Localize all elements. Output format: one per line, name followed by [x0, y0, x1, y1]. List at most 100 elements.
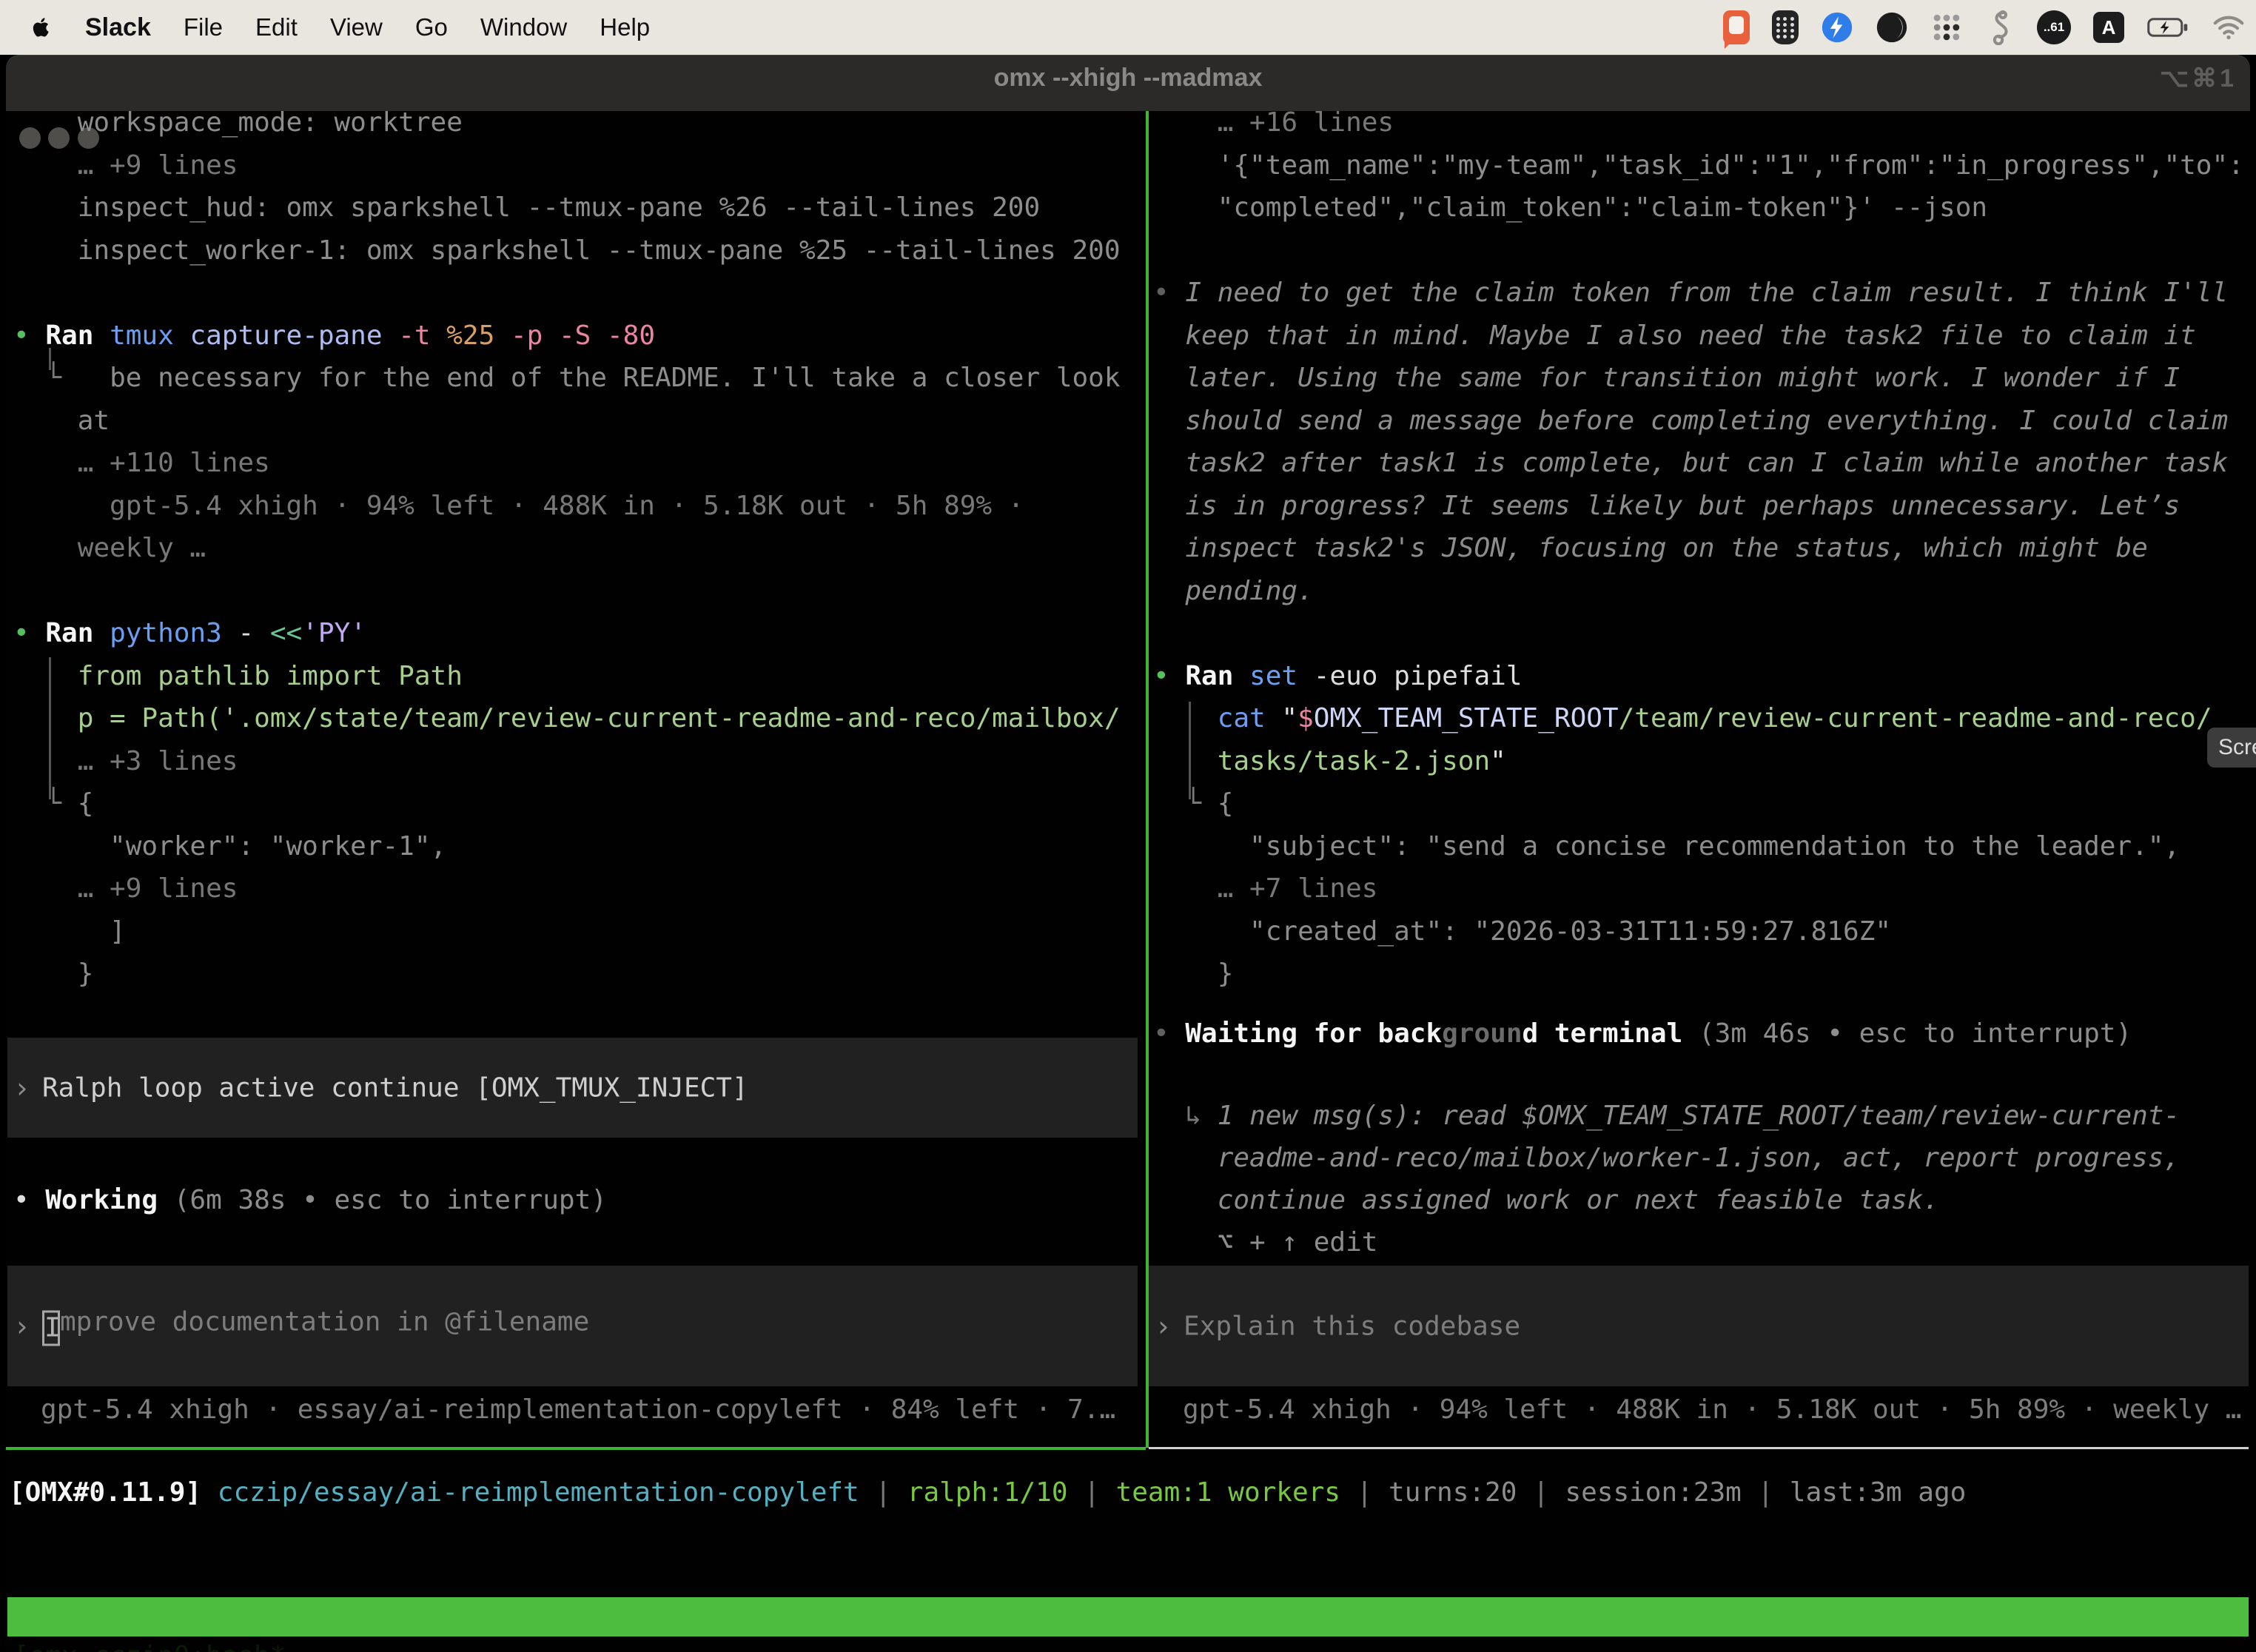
terminal-line: }	[1153, 953, 1233, 995]
screen-tooltip: Scre	[2207, 728, 2256, 768]
right-input-box[interactable]: › Explain this codebase	[1149, 1266, 2249, 1386]
terminal-line: }	[13, 953, 93, 995]
prompt-chevron-icon: ›	[1155, 1310, 1172, 1343]
text-segment: ]	[13, 916, 126, 947]
pane-divider	[1146, 111, 1149, 1448]
text-segment: •	[1153, 278, 1185, 308]
terminal-line: "subject": "send a concise recommendatio…	[1153, 825, 2180, 868]
text-segment	[13, 363, 45, 393]
text-segment: └	[45, 788, 77, 819]
terminal-line: inspect_worker-1: omx sparkshell --tmux-…	[13, 229, 1121, 272]
text-segment: should send a message before completing …	[1153, 406, 2228, 436]
text-segment: {	[1218, 788, 1234, 819]
right-session-status: gpt-5.4 xhigh · 94% left · 488K in · 5.1…	[1183, 1389, 2241, 1431]
terminal-line: is in progress? It seems likely but perh…	[1153, 485, 2180, 528]
text-segment: |	[1517, 1477, 1565, 1508]
terminal-line: … +110 lines	[13, 442, 270, 485]
terminal-line: inspect_hud: omx sparkshell --tmux-pane …	[13, 187, 1040, 229]
text-segment: inspect_hud: omx sparkshell --tmux-pane …	[13, 192, 1040, 223]
text-segment: … +7 lines	[1153, 873, 1377, 904]
left-input-box[interactable]: › Improve documentation in @filename	[7, 1266, 1138, 1386]
terminal-line: • Ran set -euo pipefail	[1153, 655, 1523, 698]
text-segment	[1153, 703, 1218, 733]
text-segment: └	[45, 363, 61, 393]
text-segment: -euo pipefail	[1314, 661, 1523, 691]
text-segment: •	[13, 1185, 45, 1215]
terminal-line: └ be necessary for the end of the README…	[13, 357, 1121, 400]
text-segment: •	[1153, 661, 1185, 691]
apple-menu-icon[interactable]	[33, 16, 53, 39]
text-segment: •	[13, 618, 45, 648]
text-segment: tmux	[110, 320, 189, 351]
menu-bar: Slack File Edit View Go Window Help	[0, 0, 2256, 55]
terminal-line: … +9 lines	[13, 144, 238, 187]
text-segment: set	[1249, 661, 1314, 691]
menu-help[interactable]: Help	[600, 13, 650, 41]
screen-record-indicator-icon[interactable]	[1723, 10, 1750, 44]
terminal-line: … +16 lines	[1153, 101, 1394, 144]
text-segment: (3m 46s • esc to interrupt)	[1682, 1018, 2132, 1049]
terminal-line: … +7 lines	[1153, 867, 1377, 910]
text-segment: [OMX#0.11.9]	[9, 1477, 201, 1508]
text-segment: … +9 lines	[13, 873, 238, 904]
text-segment: $	[1297, 703, 1314, 733]
left-session-status: gpt-5.4 xhigh · essay/ai-reimplementatio…	[41, 1389, 1115, 1431]
text-segment: └	[1185, 788, 1217, 819]
menu-app-name[interactable]: Slack	[85, 13, 151, 42]
wifi-icon[interactable]	[2212, 14, 2246, 41]
text-segment: groun	[1442, 1018, 1522, 1049]
tmux-status-bar: [omx-cczip0:bash* "MacBook-Pro-44.local"…	[7, 1597, 2249, 1636]
terminal-line: ↳ 1 new msg(s): read $OMX_TEAM_STATE_ROO…	[1153, 1095, 2180, 1138]
text-segment: |	[1068, 1477, 1116, 1508]
terminal-line: • Working (6m 38s • esc to interrupt)	[13, 1179, 607, 1222]
menu-go[interactable]: Go	[415, 13, 448, 41]
shield-grid-icon[interactable]	[1772, 10, 1799, 44]
text-segment: ralph:1/10	[907, 1477, 1068, 1508]
left-input-placeholder: Improve documentation in @filename	[42, 1306, 589, 1346]
blue-badge-icon[interactable]	[1821, 11, 1853, 44]
text-segment: … +9 lines	[13, 150, 238, 181]
terminal-line: • Ran tmux capture-pane -t %25 -p -S -80	[13, 315, 655, 357]
terminal-line: later. Using the same for transition mig…	[1153, 357, 2180, 400]
screen: Slack File Edit View Go Window Help	[0, 0, 2256, 1652]
text-segment	[1153, 788, 1185, 819]
text-segment: }	[13, 958, 93, 989]
text-segment: … +3 lines	[13, 746, 238, 776]
text-segment: <<	[270, 618, 302, 648]
s-curve-app-icon[interactable]	[1985, 10, 2015, 45]
text-segment: Ran	[45, 320, 110, 351]
text-segment: python3	[110, 618, 238, 648]
terminal-line: inspect task2's JSON, focusing on the st…	[1153, 527, 2148, 570]
text-segment: 1 new msg(s): read $OMX_TEAM_STATE_ROOT/…	[1218, 1101, 2180, 1131]
terminal-line: pending.	[1153, 570, 1314, 613]
terminal-line: … +3 lines	[13, 740, 238, 783]
a-key-icon[interactable]: A	[2093, 12, 2124, 43]
battery-icon[interactable]	[2146, 16, 2189, 38]
text-segment: ⌥ + ↑ edit	[1153, 1227, 1377, 1258]
terminal-line: workspace_mode: worktree	[13, 101, 463, 144]
terminal-line: └ {	[1153, 782, 1233, 825]
text-segment: "	[1490, 746, 1506, 776]
text-segment: continue assigned work or next feasible …	[1153, 1185, 1939, 1215]
half-circle-app-icon[interactable]	[1876, 11, 1908, 44]
battery-percent-circle-icon[interactable]: ..61	[2037, 10, 2071, 44]
text-segment: 'PY'	[302, 618, 366, 648]
menu-window[interactable]: Window	[480, 13, 567, 41]
menu-file[interactable]: File	[184, 13, 223, 41]
menu-edit[interactable]: Edit	[255, 13, 298, 41]
terminal-line: "completed","claim_token":"claim-token"}…	[1153, 187, 1987, 229]
text-segment: task2 after task1 is complete, but can I…	[1153, 448, 2228, 478]
text-segment: Ran	[1185, 661, 1249, 691]
text-segment: capture-pane	[189, 320, 398, 351]
text-segment: tasks/task-2.json	[1218, 746, 1490, 776]
text-segment: |	[859, 1477, 907, 1508]
terminal-line: • I need to get the claim token from the…	[1153, 272, 2228, 315]
dots-grid-icon[interactable]	[1930, 11, 1963, 44]
window-title: omx --xhigh --madmax	[0, 64, 2256, 93]
terminal-line: weekly …	[13, 527, 206, 570]
terminal-line: … +9 lines	[13, 867, 238, 910]
omx-status-line: [OMX#0.11.9] cczip/essay/ai-reimplementa…	[9, 1471, 1966, 1514]
text-segment: turns:20	[1389, 1477, 1517, 1508]
text-segment: ↳	[1185, 1101, 1217, 1131]
menu-view[interactable]: View	[330, 13, 383, 41]
